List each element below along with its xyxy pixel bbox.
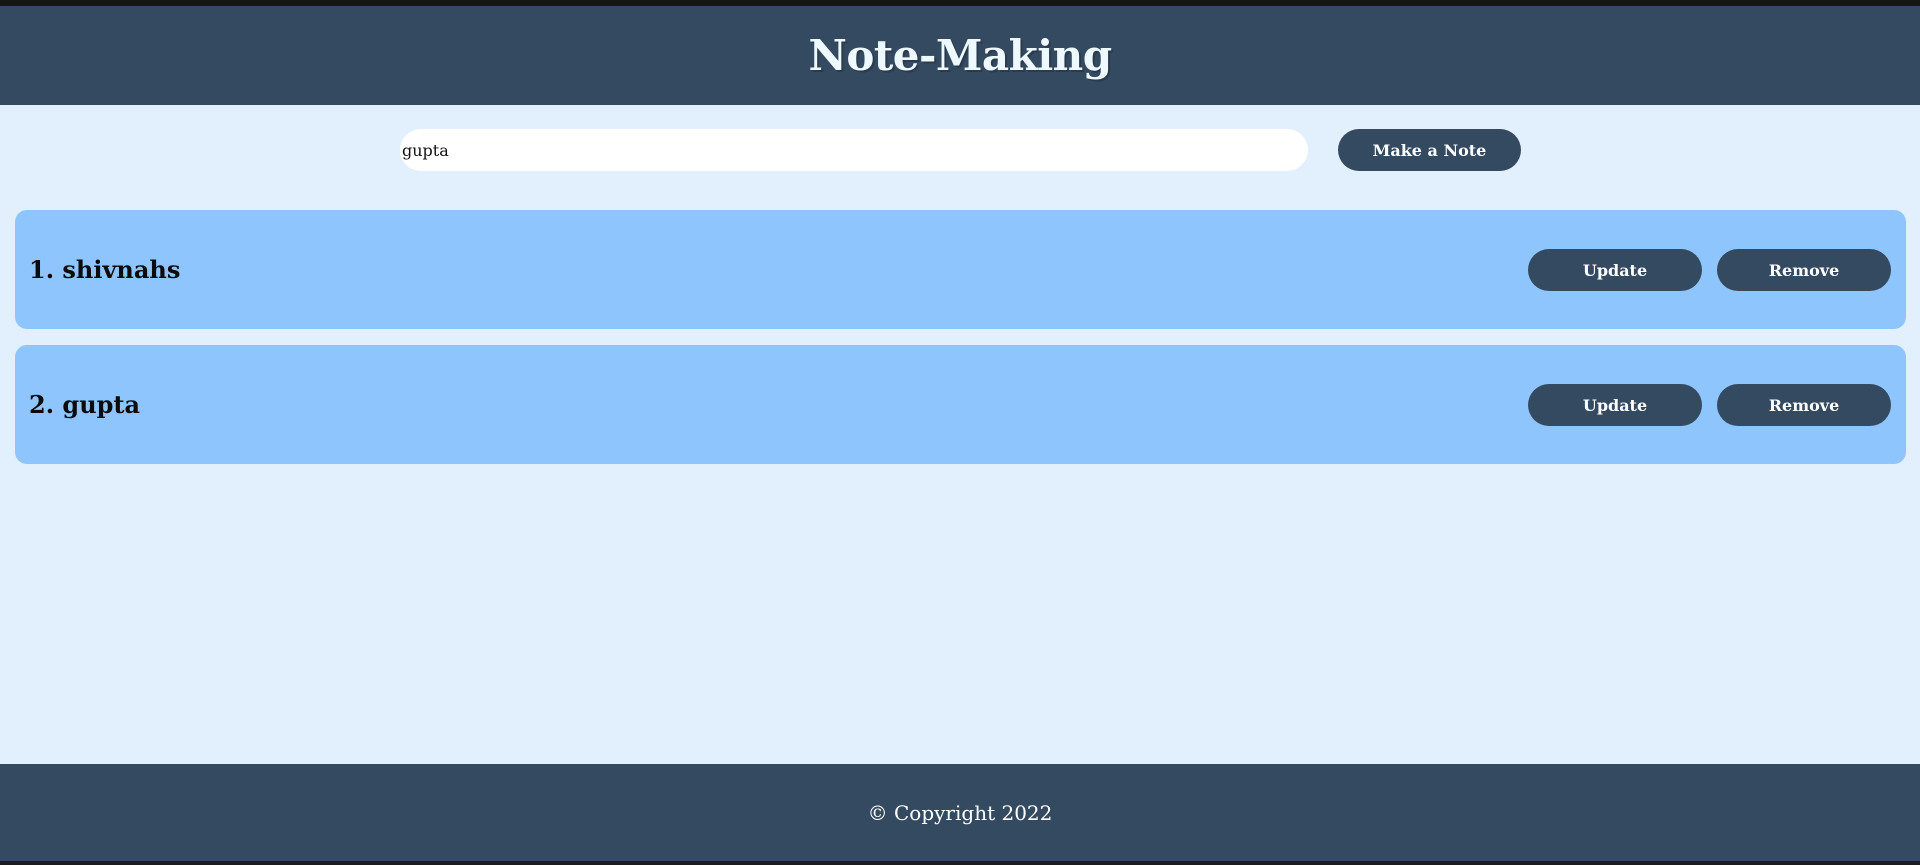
remove-button[interactable]: Remove: [1717, 384, 1891, 426]
page: Note-Making Make a Note 1. shivnahs Upda…: [0, 0, 1920, 865]
window-bottom-edge: [0, 861, 1920, 865]
note-input[interactable]: [400, 129, 1308, 171]
remove-button[interactable]: Remove: [1717, 249, 1891, 291]
note-item: 1. shivnahs Update Remove: [15, 210, 1906, 329]
note-item: 2. gupta Update Remove: [15, 345, 1906, 464]
make-note-button[interactable]: Make a Note: [1338, 129, 1521, 171]
update-button[interactable]: Update: [1528, 249, 1702, 291]
page-title: Note-Making: [808, 31, 1112, 80]
copyright-text: © Copyright 2022: [867, 800, 1053, 825]
update-button[interactable]: Update: [1528, 384, 1702, 426]
note-title: 1. shivnahs: [29, 255, 181, 284]
app-footer: © Copyright 2022: [0, 764, 1920, 861]
note-title: 2. gupta: [29, 390, 141, 419]
note-composer: Make a Note: [0, 105, 1920, 195]
app-header: Note-Making: [0, 6, 1920, 105]
